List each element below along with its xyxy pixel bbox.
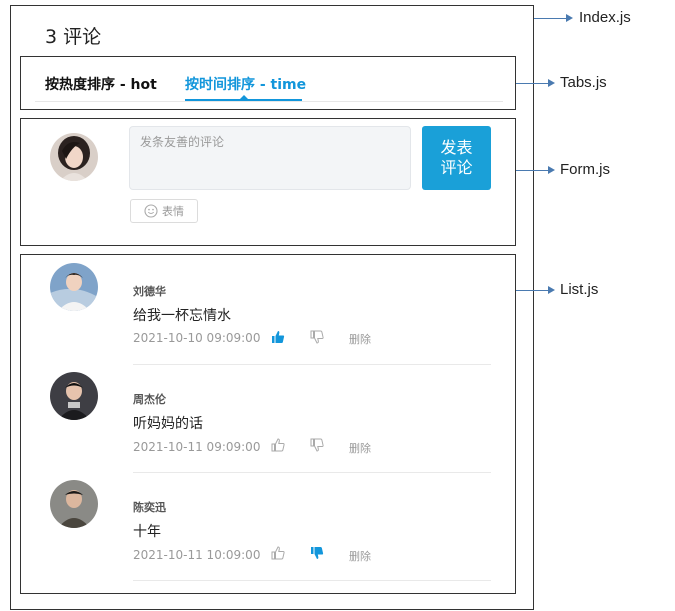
tabs-divider <box>35 101 503 102</box>
dislike-icon-active[interactable] <box>310 546 324 560</box>
callout-line-list <box>516 290 549 291</box>
list-component-box <box>20 254 516 594</box>
comment-time: 2021-10-11 09:09:00 <box>133 440 261 454</box>
avatar-comment-1 <box>50 263 98 311</box>
comment-username: 周杰伦 <box>133 393 166 406</box>
submit-comment-button[interactable]: 发表 评论 <box>422 126 491 190</box>
submit-label-line1: 发表 <box>440 138 473 157</box>
current-user-avatar <box>50 133 98 181</box>
callout-tabs: Tabs.js <box>560 74 607 91</box>
emoji-button[interactable]: 表情 <box>130 199 198 223</box>
delete-button[interactable]: 删除 <box>349 331 371 347</box>
comment-divider <box>133 580 491 581</box>
arrow-right-icon <box>548 166 555 174</box>
comment-content: 听妈妈的话 <box>133 416 203 432</box>
dislike-icon[interactable] <box>310 330 324 344</box>
arrow-right-icon <box>548 286 555 294</box>
emoji-label: 表情 <box>162 205 184 218</box>
comment-content: 给我一杯忘情水 <box>133 308 231 324</box>
delete-button[interactable]: 删除 <box>349 440 371 456</box>
active-tab-underline <box>185 99 302 101</box>
callout-index: Index.js <box>579 9 631 26</box>
callout-line-form <box>516 170 549 171</box>
active-tab-caret-icon <box>240 95 248 99</box>
like-icon-active[interactable] <box>271 330 285 344</box>
like-icon[interactable] <box>271 546 285 560</box>
callout-line-tabs <box>516 83 549 84</box>
comment-username: 刘德华 <box>133 285 166 298</box>
arrow-right-icon <box>548 79 555 87</box>
comment-divider <box>133 364 491 365</box>
smiley-icon <box>144 204 158 218</box>
callout-list: List.js <box>560 281 599 298</box>
callout-form: Form.js <box>560 161 610 178</box>
avatar-comment-3 <box>50 480 98 528</box>
like-icon[interactable] <box>271 438 285 452</box>
submit-label-line2: 评论 <box>440 158 473 177</box>
comment-content: 十年 <box>133 524 161 540</box>
comment-count-title: 3 评论 <box>45 26 102 48</box>
comment-username: 陈奕迅 <box>133 501 166 514</box>
callout-line-index <box>534 18 567 19</box>
dislike-icon[interactable] <box>310 438 324 452</box>
avatar-comment-2 <box>50 372 98 420</box>
comment-divider <box>133 472 491 473</box>
tab-sort-time[interactable]: 按时间排序 - time <box>185 74 306 94</box>
arrow-right-icon <box>566 14 573 22</box>
comment-input[interactable] <box>129 126 411 190</box>
comment-time: 2021-10-11 10:09:00 <box>133 548 261 562</box>
comment-time: 2021-10-10 09:09:00 <box>133 331 261 345</box>
tab-sort-hot[interactable]: 按热度排序 - hot <box>45 74 157 94</box>
delete-button[interactable]: 删除 <box>349 548 371 564</box>
